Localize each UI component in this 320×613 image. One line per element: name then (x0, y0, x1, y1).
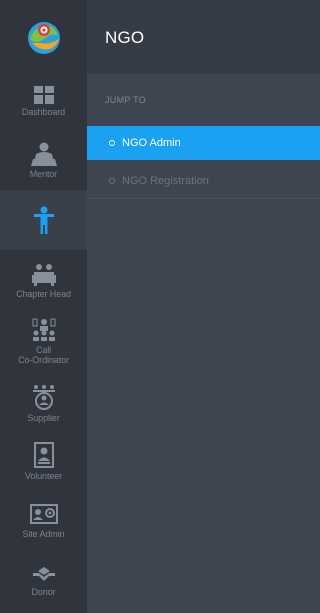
rail-label-call-coordinator: Call Co-Ordinator (18, 345, 69, 365)
rail-item-call-coordinator[interactable]: Call Co-Ordinator (0, 318, 87, 376)
person-icon (33, 206, 54, 234)
nav-item-label: NGO Registration (122, 175, 209, 187)
app-frame: Dashboard Mentor Chapter Head Call Co-Or… (0, 0, 320, 613)
site-admin-icon (29, 504, 58, 524)
rail-label-chapter-head: Chapter Head (16, 289, 71, 299)
rail-label-site-admin: Site Admin (22, 529, 65, 539)
chapter-head-icon (31, 264, 56, 286)
rail-item-site-admin[interactable]: Site Admin (0, 504, 87, 552)
rail-item-ngo[interactable] (0, 190, 87, 250)
bullet-icon (109, 140, 115, 146)
nav-item-ngo-admin[interactable]: NGO Admin (87, 126, 320, 160)
rail-item-volunteer[interactable]: Volunteer (0, 442, 87, 492)
rail-item-mentor[interactable]: Mentor (0, 142, 87, 190)
jump-to-label: JUMP TO (105, 95, 147, 105)
nav-item-label: NGO Admin (122, 137, 181, 149)
call-coordinator-icon (32, 318, 55, 341)
logo-icon (27, 22, 60, 54)
panel-header: NGO (87, 0, 320, 74)
nav-panel: NGO JUMP TO NGO Admin NGO Registration (87, 0, 320, 613)
dashboard-icon (33, 86, 54, 104)
supplier-icon (32, 385, 55, 410)
rail-item-dashboard[interactable]: Dashboard (0, 86, 87, 134)
rail-label-donor: Donor (31, 587, 56, 597)
icon-rail: Dashboard Mentor Chapter Head Call Co-Or… (0, 0, 87, 613)
bullet-icon (109, 178, 115, 184)
rail-item-chapter-head[interactable]: Chapter Head (0, 262, 87, 312)
rail-label-supplier: Supplier (27, 413, 60, 423)
rail-label-mentor: Mentor (29, 169, 58, 179)
nav-item-ngo-registration[interactable]: NGO Registration (87, 164, 320, 199)
page-title: NGO (105, 28, 145, 47)
rail-label-volunteer: Volunteer (24, 471, 63, 481)
rail-item-donor[interactable]: Donor (0, 566, 87, 610)
mentor-icon (30, 142, 57, 166)
volunteer-icon (33, 442, 54, 468)
rail-item-supplier[interactable]: Supplier (0, 384, 87, 432)
donor-icon (32, 567, 55, 581)
app-logo[interactable] (0, 0, 87, 74)
rail-label-dashboard: Dashboard (21, 107, 66, 117)
